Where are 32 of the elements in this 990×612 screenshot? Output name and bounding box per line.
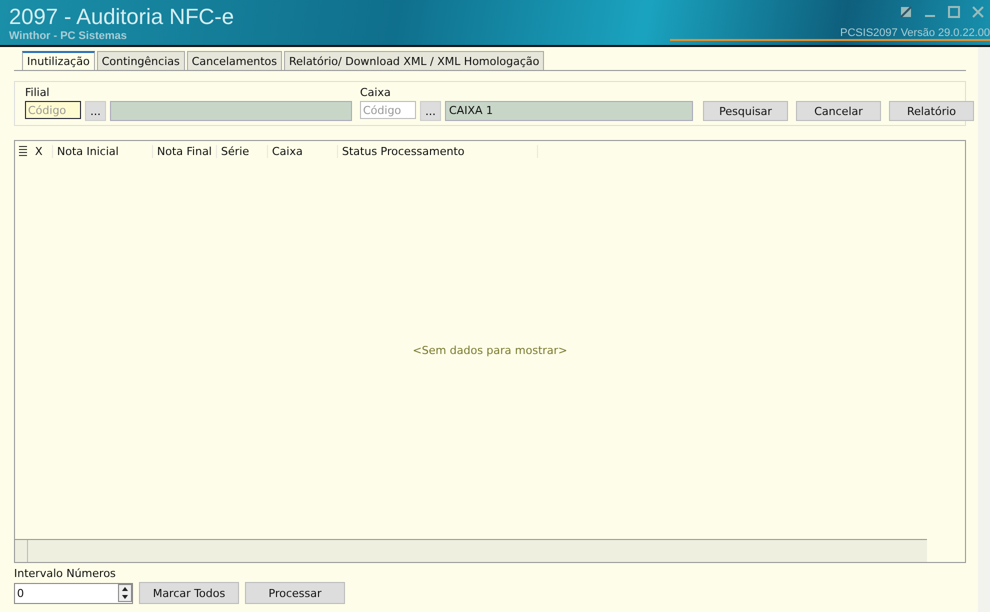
- lookup-button[interactable]: ...: [85, 101, 106, 121]
- tab[interactable]: Cancelamentos: [186, 51, 282, 70]
- action-button[interactable]: Relatório: [889, 101, 974, 121]
- tab[interactable]: Inutilização: [22, 51, 95, 70]
- code-field[interactable]: Código: [25, 101, 81, 119]
- column-header[interactable]: Série: [217, 144, 268, 158]
- column-header[interactable]: Nota Final: [153, 144, 217, 158]
- version-label: PCSIS2097 Versão 29.0.22.00: [670, 27, 990, 41]
- description-field: CAIXA 1: [445, 101, 693, 121]
- action-button[interactable]: Pesquisar: [703, 101, 788, 121]
- action-button[interactable]: Cancelar: [796, 101, 881, 121]
- action-button[interactable]: Marcar Todos: [139, 582, 239, 604]
- code-field[interactable]: Código: [360, 101, 416, 119]
- column-header[interactable]: Status Processamento: [338, 144, 538, 158]
- lookup-button[interactable]: ...: [420, 101, 441, 121]
- field-label: Intervalo Números: [14, 567, 117, 580]
- column-header[interactable]: X: [31, 144, 53, 158]
- field-label: Caixa: [360, 86, 392, 99]
- column-header[interactable]: Nota Inicial: [53, 144, 153, 158]
- maximize-icon[interactable]: [948, 6, 960, 18]
- tab[interactable]: Relatório/ Download XML / XML Homologação: [284, 51, 544, 70]
- action-button[interactable]: Processar: [245, 582, 345, 604]
- window-title: 2097 - Auditoria NFC-e: [9, 4, 234, 30]
- close-icon[interactable]: [972, 6, 984, 18]
- column-header[interactable]: Caixa: [268, 144, 338, 158]
- spin-arrows-icon[interactable]: [118, 584, 132, 602]
- tab[interactable]: Contingências: [96, 51, 185, 70]
- restore-icon[interactable]: [900, 6, 912, 18]
- window-subtitle: Winthor - PC Sistemas: [9, 30, 128, 42]
- field-label: Filial: [25, 86, 50, 99]
- empty-message: <Sem dados para mostrar>: [412, 344, 568, 356]
- number-spinner[interactable]: 0: [14, 582, 133, 604]
